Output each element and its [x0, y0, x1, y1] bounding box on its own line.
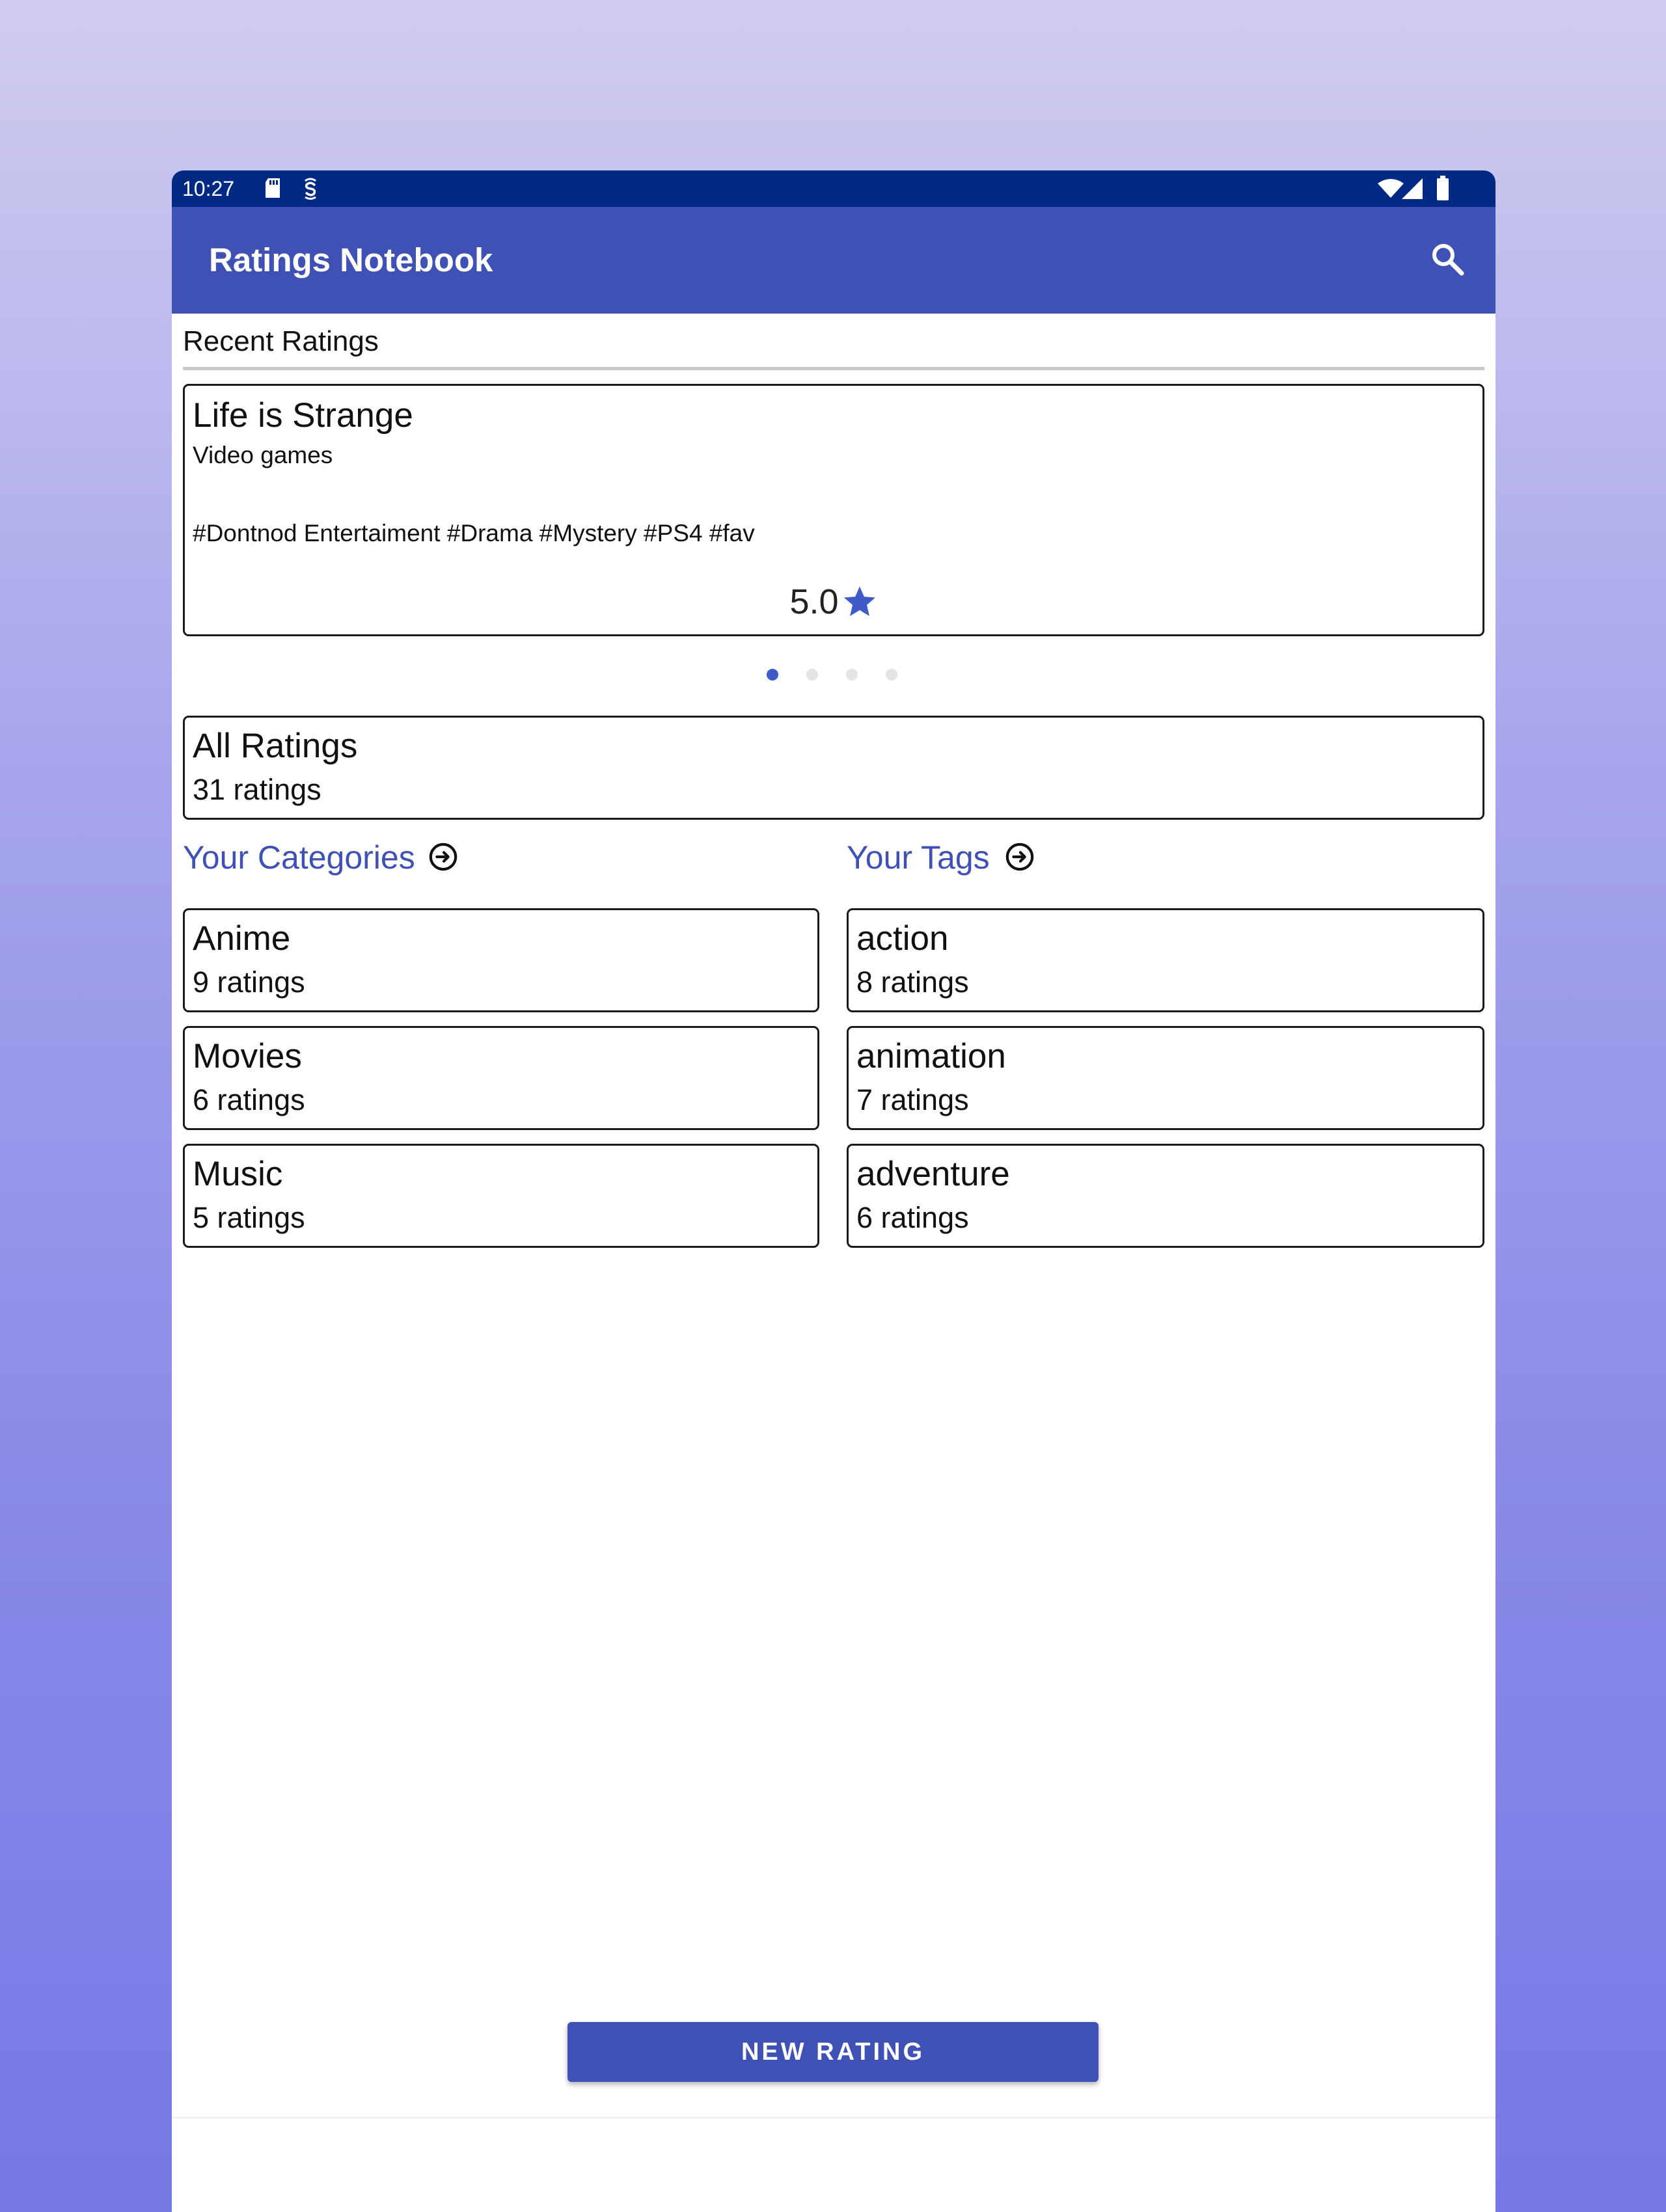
device-screen: 10:27 Ratings Notebook Recent Ratings Li… — [172, 170, 1495, 2212]
app-title: Ratings Notebook — [209, 241, 493, 278]
pager-dot-2[interactable] — [806, 669, 818, 681]
tag-count: 7 ratings — [856, 1083, 969, 1116]
tag-card-action[interactable]: action 8 ratings — [847, 908, 1484, 1012]
score-value: 5.0 — [789, 582, 839, 621]
category-card-music[interactable]: Music 5 ratings — [183, 1144, 819, 1248]
recent-rating-card[interactable]: Life is Strange Video games #Dontnod Ent… — [183, 384, 1484, 636]
tag-card-animation[interactable]: animation 7 ratings — [847, 1026, 1484, 1130]
pager-dot-3[interactable] — [846, 669, 858, 681]
tag-count: 8 ratings — [856, 965, 969, 999]
all-ratings-title: All Ratings — [193, 727, 358, 765]
sync-icon — [305, 178, 316, 200]
recent-ratings-title: Recent Ratings — [183, 325, 379, 357]
category-card-anime[interactable]: Anime 9 ratings — [183, 908, 819, 1012]
category-count: 6 ratings — [193, 1083, 305, 1116]
tag-name: action — [856, 919, 949, 958]
new-rating-button[interactable]: NEW RATING — [567, 2022, 1099, 2082]
categories-heading[interactable]: Your Categories — [183, 838, 415, 877]
recent-card-score: 5.0 — [185, 581, 1482, 623]
nav-item-advanced-search[interactable] — [626, 2118, 821, 2212]
recent-divider — [183, 367, 1484, 370]
battery-icon — [1437, 176, 1449, 200]
recent-card-category: Video games — [193, 442, 333, 468]
tag-name: adventure — [856, 1155, 1010, 1193]
category-count: 9 ratings — [193, 965, 305, 999]
star-icon — [843, 586, 875, 616]
category-card-movies[interactable]: Movies 6 ratings — [183, 1026, 819, 1130]
status-time: 10:27 — [182, 177, 235, 200]
tag-name: animation — [856, 1037, 1006, 1075]
category-name: Movies — [193, 1037, 302, 1075]
tag-count: 6 ratings — [856, 1201, 969, 1234]
all-ratings-card[interactable]: All Ratings 31 ratings — [183, 716, 1484, 820]
tags-heading[interactable]: Your Tags — [847, 838, 990, 877]
app-bar: Ratings Notebook — [172, 207, 1495, 314]
search-icon[interactable] — [1428, 239, 1467, 278]
status-bar: 10:27 — [172, 170, 1495, 207]
signal-icon — [1402, 178, 1423, 199]
category-name: Anime — [193, 919, 291, 958]
category-name: Music — [193, 1155, 283, 1193]
pager-dot-1[interactable] — [767, 669, 778, 681]
recent-card-tags: #Dontnod Entertaiment #Drama #Mystery #P… — [193, 520, 755, 546]
wifi-icon — [1378, 179, 1404, 198]
sd-card-icon — [266, 178, 280, 198]
pager-dot-4[interactable] — [886, 669, 897, 681]
arrow-circle-right-icon[interactable] — [1005, 842, 1035, 872]
bottom-navigation — [172, 2117, 1495, 2212]
all-ratings-count: 31 ratings — [193, 773, 321, 806]
category-count: 5 ratings — [193, 1201, 305, 1234]
tag-card-adventure[interactable]: adventure 6 ratings — [847, 1144, 1484, 1248]
arrow-circle-right-icon[interactable] — [428, 842, 458, 872]
recent-card-title: Life is Strange — [193, 396, 413, 435]
